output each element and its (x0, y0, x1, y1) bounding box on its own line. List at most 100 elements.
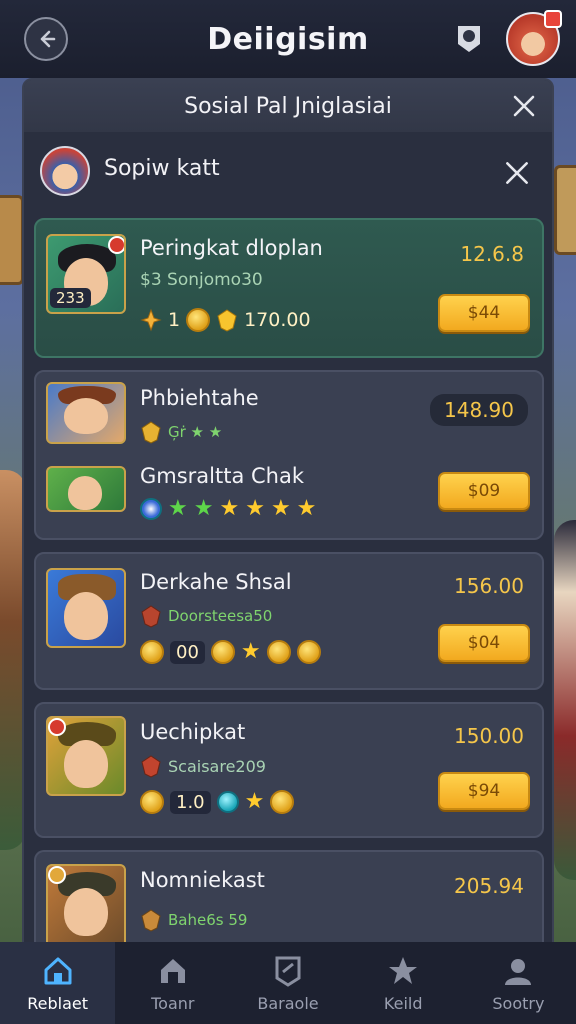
nav-item-home[interactable]: Reblaet (0, 942, 116, 1024)
card-title: Peringkat dloplan (140, 236, 323, 260)
top-bar: Deiigisim (0, 0, 576, 78)
reward-amount: 1.0 (170, 790, 211, 814)
badge-icon (275, 956, 301, 987)
rating-row: Ģṙ ★ ★ (140, 420, 222, 444)
reward-row: 00 ★ (140, 640, 321, 664)
offer-card[interactable]: 233 Peringkat dloplan $3 Sonjomo30 12.6.… (34, 218, 544, 358)
buy-button[interactable]: $94 (438, 772, 530, 810)
social-panel: Sosial Pal Jniglasiai Sopiw katt 233 Per… (22, 78, 554, 960)
character-thumbnail: 233 (46, 234, 126, 314)
character-thumbnail (46, 466, 126, 512)
back-button[interactable] (24, 17, 68, 61)
offer-card[interactable]: Derkahe Shsal Doorsteesa50 156.00 00 ★ $… (34, 552, 544, 690)
shield-icon (141, 755, 161, 778)
star-icon: ★ (193, 496, 214, 521)
star-icon: ★ (168, 496, 188, 521)
shield-icon (141, 421, 161, 444)
card-price: 12.6.8 (460, 242, 524, 266)
character-level: 233 (50, 288, 91, 308)
nav-label: Reblaet (27, 993, 88, 1013)
subtitle-row: Doorsteesa50 (140, 604, 272, 628)
coin-icon (140, 790, 164, 814)
home-icon (44, 957, 72, 984)
badge-icon (140, 498, 162, 520)
card-subtitle: Scaisare209 (168, 756, 266, 776)
nav-item-badge[interactable]: Baraole (230, 942, 345, 1024)
star-icon: ★ (219, 496, 240, 521)
card-title: Gmsraltta Chak (140, 464, 305, 488)
nav-label: Baraole (257, 993, 319, 1013)
card-title: Phbiehtahe (140, 386, 259, 410)
card-subtitle: Bahe6s 59 (168, 911, 248, 929)
nav-label: Keild (383, 993, 423, 1013)
card-subtitle: Doorsteesa50 (168, 607, 273, 625)
shop-icon (160, 958, 185, 983)
bottom-navigation: Reblaet Toanr Baraole Keild Sootry (0, 942, 576, 1024)
star-icon: ★ (270, 496, 291, 521)
coin-icon (296, 640, 321, 664)
coin-icon (186, 308, 211, 332)
star-icon: ★ (296, 496, 317, 521)
nav-label: Sootry (492, 993, 545, 1013)
close-icon (506, 162, 528, 184)
card-subtitle: $3 Sonjomo30 (140, 270, 263, 290)
star-icon (389, 956, 418, 984)
card-price: 205.94 (454, 874, 524, 898)
app-title: Deiigisim (207, 21, 369, 57)
background-character-right (554, 520, 576, 880)
sub-header: Sopiw katt (24, 132, 552, 212)
shield-icon (141, 909, 161, 932)
coin-icon (270, 790, 295, 814)
reward-amount: 00 (170, 640, 205, 664)
subtitle-row: Scaisare209 (140, 754, 266, 778)
arrow-left-icon (40, 30, 56, 48)
shield-icon (141, 605, 161, 628)
card-price: 148.90 (430, 394, 528, 426)
buy-button[interactable]: $04 (438, 624, 530, 662)
nav-label: Toanr (151, 993, 195, 1013)
nav-item-shop[interactable]: Toanr (115, 942, 230, 1024)
character-thumbnail (46, 568, 126, 648)
reward-amount: 170.00 (244, 309, 311, 331)
card-title: Nomniekast (140, 868, 265, 892)
background-sign-right (554, 165, 576, 255)
card-title: Uechipkat (140, 720, 246, 744)
star-icon: ★ (245, 496, 265, 521)
card-subtitle: Ģṙ ★ ★ (168, 423, 223, 441)
background-sign-left (0, 195, 24, 285)
sword-icon (140, 308, 162, 332)
coin-icon (140, 640, 164, 664)
card-price: 156.00 (454, 574, 524, 598)
reward-row: 1.0 ★ (140, 789, 295, 814)
gem-shield-icon (217, 309, 237, 332)
card-title: Derkahe Shsal (140, 570, 292, 594)
buy-button[interactable]: $09 (438, 472, 530, 510)
buy-button[interactable]: $44 (438, 294, 530, 332)
rating-row: ★ ★ ★ ★ ★ ★ (140, 498, 316, 520)
sub-title: Sopiw katt (104, 156, 220, 181)
nav-item-profile[interactable]: Sootry (461, 942, 576, 1024)
offer-card[interactable]: Uechipkat Scaisare209 150.00 1.0 ★ $94 (34, 702, 544, 838)
friend-avatar (40, 146, 90, 196)
character-thumbnail (46, 382, 126, 444)
character-thumbnail (46, 716, 126, 796)
card-price: 150.00 (454, 724, 524, 748)
achievement-badge-icon[interactable] (452, 22, 486, 56)
panel-header: Sosial Pal Jniglasiai (24, 80, 552, 132)
star-icon: ★ (244, 789, 265, 814)
close-icon (513, 95, 535, 117)
star-icon: ★ (240, 639, 261, 664)
gem-icon (216, 791, 239, 813)
coin-icon (210, 640, 235, 664)
sub-close-button[interactable] (502, 158, 532, 188)
panel-close-button[interactable] (510, 92, 538, 120)
profile-icon (505, 958, 532, 985)
nav-item-star[interactable]: Keild (346, 942, 461, 1024)
reward-count: 1 (168, 309, 181, 331)
character-thumbnail (46, 864, 126, 954)
panel-title: Sosial Pal Jniglasiai (184, 93, 392, 119)
coin-icon (266, 640, 291, 664)
player-avatar[interactable] (506, 10, 562, 66)
offer-card[interactable]: Phbiehtahe Ģṙ ★ ★ 148.90 Gmsraltta Cha… (34, 370, 544, 540)
reward-row: 1 170.00 (140, 308, 311, 332)
